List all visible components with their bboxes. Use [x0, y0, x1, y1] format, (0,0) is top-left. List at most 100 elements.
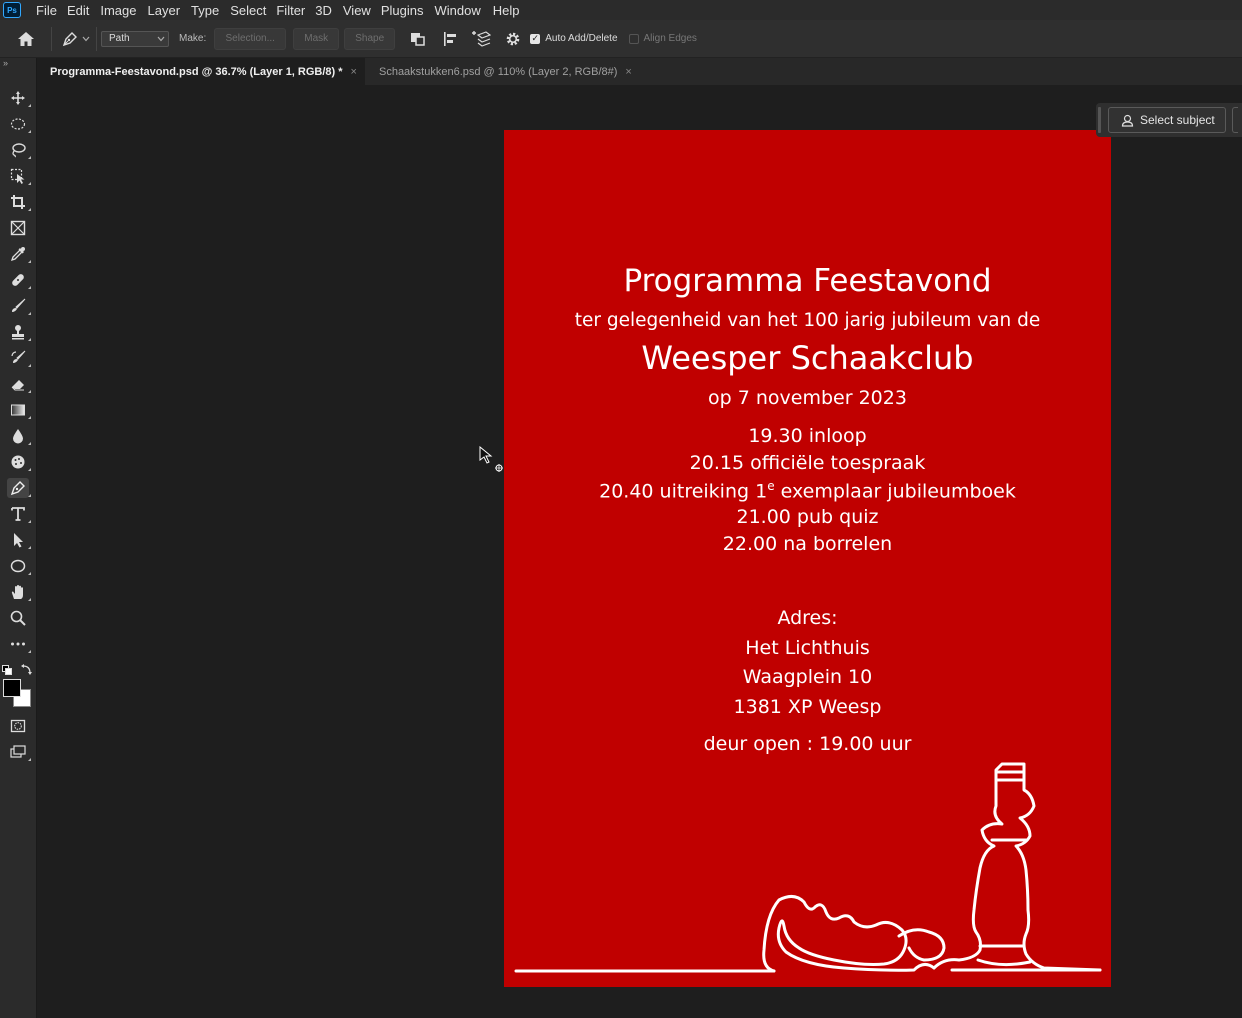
drag-handle[interactable]	[1098, 107, 1101, 133]
gradient-icon	[11, 404, 25, 416]
menu-view[interactable]: View	[343, 3, 381, 18]
panel-collapse-icon[interactable]: »	[3, 58, 8, 68]
menu-filter[interactable]: Filter	[276, 3, 315, 18]
drop-icon	[13, 429, 23, 444]
auto-add-delete-checkbox[interactable]: ✓	[530, 33, 541, 44]
menu-window[interactable]: Window	[434, 3, 492, 18]
blur-tool[interactable]	[7, 426, 31, 446]
hand-icon	[11, 585, 23, 599]
default-colors-icon	[2, 665, 12, 675]
chevron-down-icon	[82, 36, 89, 41]
tool-preset-picker[interactable]	[58, 28, 92, 50]
eyedropper-tool[interactable]	[7, 244, 31, 264]
pen-tool[interactable]	[7, 478, 31, 498]
person-icon	[1121, 114, 1134, 127]
close-icon[interactable]: ×	[351, 66, 357, 78]
address-line: 1381 XP Weesp	[733, 696, 882, 718]
brush-icon	[12, 298, 26, 312]
select-subject-button[interactable]: Select subject	[1108, 107, 1226, 133]
menu-select[interactable]: Select	[230, 3, 276, 18]
poster-date: op 7 november 2023	[708, 387, 907, 409]
document-canvas[interactable]: Programma Feestavond ter gelegenheid van…	[504, 130, 1111, 987]
photoshop-logo[interactable]: Ps	[3, 2, 21, 18]
home-button[interactable]	[15, 28, 37, 50]
photoshop-window: Ps File Edit Image Layer Type Select Fil…	[0, 0, 1242, 1018]
frame-tool[interactable]	[7, 218, 29, 238]
chess-pieces-illustration	[514, 762, 1102, 973]
bandage-icon	[12, 274, 24, 286]
document-tabs: Programma-Feestavond.psd @ 36.7% (Layer …	[39, 58, 1242, 85]
path-arrangement-icon	[472, 30, 492, 47]
tab-schaakstukken6[interactable]: Schaakstukken6.psd @ 110% (Layer 2, RGB/…	[365, 58, 640, 85]
history-brush-tool[interactable]	[7, 348, 31, 368]
align-edges-checkbox[interactable]	[628, 33, 639, 44]
settings-button[interactable]	[502, 28, 524, 50]
gradient-tool[interactable]	[7, 400, 31, 420]
edit-toolbar[interactable]	[7, 634, 31, 654]
type-icon	[11, 507, 25, 521]
chevron-down-icon	[157, 36, 165, 41]
make-mask-button[interactable]: Mask	[293, 27, 340, 50]
stamp-icon	[12, 325, 24, 340]
close-icon[interactable]: ×	[625, 66, 631, 78]
healing-brush-tool[interactable]	[7, 270, 31, 290]
default-colors-button[interactable]	[2, 662, 12, 675]
zoom-tool[interactable]	[7, 608, 29, 628]
contextual-task-bar: Select subject	[1096, 103, 1242, 137]
program-item: 20.40 uitreiking 1e exemplaar jubileumbo…	[504, 479, 1111, 502]
align-edges-label: Align Edges	[643, 33, 697, 44]
dodge-tool[interactable]	[7, 452, 31, 472]
object-selection-icon	[10, 168, 25, 184]
pen-mode-value: Path	[109, 33, 130, 44]
type-tool[interactable]	[7, 504, 31, 524]
program-item: 22.00 na borrelen	[722, 533, 893, 555]
clone-stamp-tool[interactable]	[7, 322, 31, 342]
program-item-text: exemplaar jubileumboek	[774, 480, 1016, 503]
lasso-tool[interactable]	[7, 140, 31, 160]
swap-colors-button[interactable]	[21, 662, 33, 675]
path-alignment-button[interactable]	[439, 28, 461, 50]
brush-tool[interactable]	[7, 296, 31, 316]
crop-tool[interactable]	[7, 192, 31, 212]
screen-mode-button[interactable]	[7, 742, 31, 762]
quick-mask-button[interactable]	[7, 716, 29, 736]
menu-help[interactable]: Help	[493, 3, 528, 18]
more-options-button-edge[interactable]	[1231, 107, 1238, 133]
pen-mode-select[interactable]: Path	[101, 30, 169, 47]
move-tool[interactable]	[7, 88, 31, 108]
menu-layer[interactable]: Layer	[148, 3, 192, 18]
move-icon	[11, 91, 25, 105]
address-label: Adres:	[777, 607, 838, 629]
path-arrangement-button[interactable]	[470, 28, 492, 50]
sponge-icon	[11, 455, 25, 469]
path-selection-icon	[14, 533, 23, 548]
menu-edit[interactable]: Edit	[67, 3, 100, 18]
path-selection-tool[interactable]	[7, 530, 31, 550]
marquee-tool[interactable]	[7, 114, 31, 134]
foreground-color-swatch[interactable]	[3, 679, 21, 697]
menu-type[interactable]: Type	[191, 3, 230, 18]
options-bar: Path Make: Selection... Mask Shape ✓ Aut…	[0, 20, 1242, 58]
poster-subtitle: ter gelegenheid van het 100 jarig jubile…	[574, 310, 1041, 331]
swap-arrow-icon	[21, 664, 32, 675]
make-shape-button[interactable]: Shape	[344, 27, 396, 50]
make-label: Make:	[179, 33, 207, 44]
path-operations-button[interactable]	[407, 28, 429, 50]
pen-tool-icon	[62, 31, 77, 46]
menu-file[interactable]: File	[36, 3, 67, 18]
object-selection-tool[interactable]	[7, 166, 31, 186]
eraser-icon	[11, 380, 24, 391]
menu-plugins[interactable]: Plugins	[381, 3, 435, 18]
menu-image[interactable]: Image	[100, 3, 147, 18]
poster-title: Programma Feestavond	[623, 263, 992, 299]
select-subject-label: Select subject	[1140, 113, 1215, 127]
hand-tool[interactable]	[7, 582, 31, 602]
path-operations-icon	[411, 32, 425, 46]
menu-3d[interactable]: 3D	[315, 3, 343, 18]
eraser-tool[interactable]	[7, 374, 31, 394]
shape-tool[interactable]	[7, 556, 31, 576]
more-icon	[11, 642, 25, 646]
tools-panel: »	[0, 58, 37, 1018]
tab-programma-feestavond[interactable]: Programma-Feestavond.psd @ 36.7% (Layer …	[39, 58, 365, 85]
make-selection-button[interactable]: Selection...	[214, 27, 287, 50]
